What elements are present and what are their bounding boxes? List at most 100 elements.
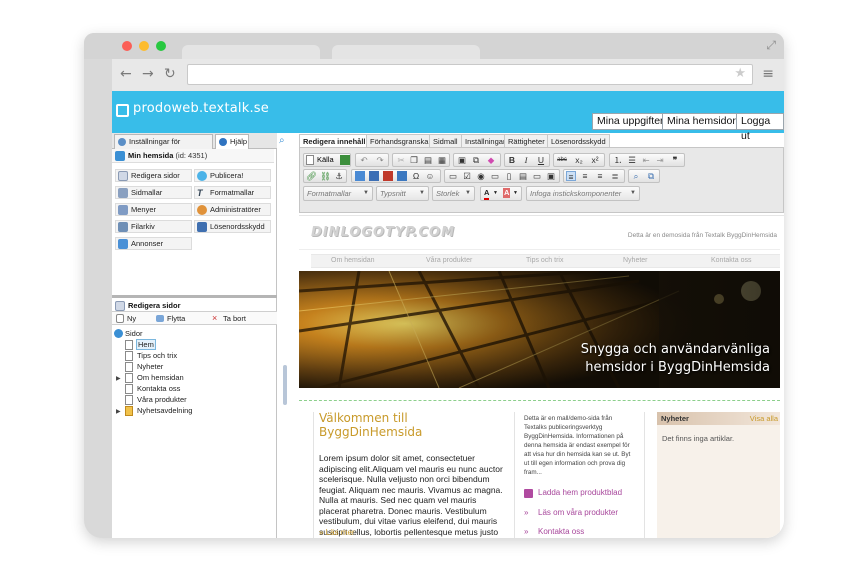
smiley-icon[interactable]: ☺ [425,171,435,181]
tab-preview[interactable]: Förhandsgranska [366,134,433,148]
italic-button[interactable]: I [521,155,531,165]
menu-icon[interactable]: ≡ [762,66,774,82]
size-combo[interactable]: Storlek ▼ [432,186,475,201]
tile-file-archive[interactable]: Filarkiv [115,220,192,233]
hr-icon[interactable] [397,171,407,181]
tree-item-tips[interactable]: Tips och trix [125,351,177,361]
align-justify-icon[interactable]: ≣ [610,171,620,181]
search-icon[interactable]: ⌕ [279,135,285,146]
tree-item-contact[interactable]: Kontakta oss [125,384,180,394]
back-icon[interactable]: ← [120,66,132,82]
font-color-button[interactable]: A [484,187,490,200]
address-bar[interactable]: ★ [187,64,753,85]
browser-tab[interactable] [332,45,480,59]
paste-word-icon[interactable]: ▦ [437,155,447,165]
align-right-icon[interactable]: ≡ [595,171,605,181]
contact-link[interactable]: » Kontakta oss [524,527,584,536]
tree-item-about[interactable]: Om hemsidan [125,373,184,383]
textarea-icon[interactable]: ▯ [504,171,514,181]
table-icon[interactable] [383,171,393,181]
site-nav-item[interactable]: Kontakta oss [711,257,751,264]
splitter-grip[interactable] [283,365,287,405]
panel-splitter[interactable] [112,295,277,298]
subscript-button[interactable]: x₂ [573,155,585,165]
indent-icon[interactable]: ⇥ [655,155,665,165]
strike-button[interactable]: abc [555,155,569,165]
superscript-button[interactable]: x² [589,155,601,165]
outdent-icon[interactable]: ⇤ [641,155,651,165]
tab-permissions[interactable]: Rättigheter [504,134,549,148]
font-combo[interactable]: Typsnitt ▼ [376,186,429,201]
tree-root[interactable]: Sidor [114,329,143,339]
delete-page-button[interactable]: × Ta bort [212,313,246,324]
tile-menus[interactable]: Menyer [115,203,192,216]
bullet-list-icon[interactable]: ☰ [627,155,637,165]
tile-administrators[interactable]: Administratörer [194,203,271,216]
browser-tab[interactable] [182,45,320,59]
select-icon[interactable]: ▤ [518,171,528,181]
tab-help[interactable]: Hjälp [215,134,249,149]
minimize-window-icon[interactable] [139,41,149,51]
align-left-icon[interactable]: ≡ [566,171,576,182]
tile-publish[interactable]: Publicera! [194,169,271,182]
eraser-icon[interactable]: ◆ [486,155,496,165]
maximize-window-icon[interactable] [156,41,166,51]
source-button[interactable]: Källa [303,153,351,167]
undo-icon[interactable]: ↶ [359,155,369,165]
reload-icon[interactable]: ↻ [164,66,176,82]
tab-page-template[interactable]: Sidmall [429,134,462,148]
numbered-list-icon[interactable]: ⒈ [613,155,623,165]
tile-edit-pages[interactable]: Redigera sidor [115,169,192,182]
site-nav-item[interactable]: Våra produkter [426,257,472,264]
checkbox-icon[interactable]: ☑ [462,171,472,181]
find-icon[interactable]: ⌕ [631,171,641,181]
find-replace-icon[interactable]: ⧉ [471,155,481,165]
textfield-icon[interactable]: ▭ [490,171,500,181]
close-window-icon[interactable] [122,41,132,51]
radio-icon[interactable]: ◉ [476,171,486,181]
show-all-news-link[interactable]: Visa alla [750,412,778,425]
paste-icon[interactable]: ▤ [423,155,433,165]
download-brochure-link[interactable]: Ladda hem produktblad [524,488,622,498]
copy-icon[interactable]: ❐ [409,155,419,165]
tile-style-templates[interactable]: T Formatmallar [194,186,271,199]
tab-settings[interactable]: Inställningar [461,134,510,148]
read-more-link[interactable]: » Läs mer [319,528,355,537]
expand-arrow-icon[interactable]: ▶ [116,375,121,382]
insert-component-combo[interactable]: Infoga instickskomponenter ▼ [526,186,640,201]
anchor-icon[interactable]: ⚓︎ [334,171,344,181]
tree-item-products[interactable]: Våra produkter [125,395,187,405]
image-icon[interactable] [355,171,365,181]
tile-password-protection[interactable]: Lösenordsskydd [194,220,271,233]
logout-button[interactable]: Logga ut [736,113,784,142]
fullscreen-icon[interactable]: ⤢ [766,38,776,53]
tree-item-hem[interactable]: Hem [125,339,156,350]
tab-site-settings[interactable]: Inställningar för hemsidan [114,134,213,160]
tile-page-templates[interactable]: Sidmallar [115,186,192,199]
blockquote-icon[interactable]: ❞ [670,155,680,165]
site-nav-item[interactable]: Om hemsidan [331,257,375,264]
tab-edit-content[interactable]: Redigera innehåll [299,134,370,148]
replace-icon[interactable]: ⧉ [646,171,656,181]
bold-button[interactable]: B [507,155,517,165]
site-nav-item[interactable]: Tips och trix [526,257,563,264]
style-combo[interactable]: Formatmallar ▼ [303,186,373,201]
redo-icon[interactable]: ↷ [375,155,385,165]
site-nav-item[interactable]: Nyheter [623,257,648,264]
select-all-icon[interactable]: ▣ [457,155,467,165]
products-link[interactable]: » Läs om våra produkter [524,508,618,517]
tab-password-protection[interactable]: Lösenordsskydd [547,134,610,148]
align-center-icon[interactable]: ≡ [580,171,590,181]
my-sites-button[interactable]: Mina hemsidor [662,113,741,130]
tree-item-news[interactable]: Nyheter [125,362,163,372]
bg-color-button[interactable]: A [503,188,511,198]
unlink-icon[interactable]: ⛓︎ [320,171,331,181]
my-details-button[interactable]: Mina uppgifter [592,113,669,130]
image-button-icon[interactable]: ▣ [546,171,556,181]
link-icon[interactable]: 🔗︎ [306,171,317,181]
star-icon[interactable]: ★ [734,66,746,81]
expand-arrow-icon[interactable]: ▶ [116,408,121,415]
button-icon[interactable]: ▭ [532,171,542,181]
new-page-button[interactable]: Ny [116,313,136,324]
cut-icon[interactable]: ✂ [396,155,406,165]
